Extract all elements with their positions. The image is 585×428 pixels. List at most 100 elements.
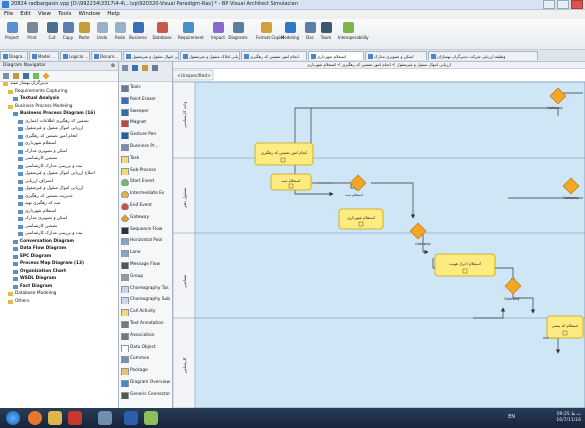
- palette-item[interactable]: Call Activity: [121, 308, 170, 317]
- up-icon[interactable]: [23, 73, 29, 79]
- palette-item[interactable]: Diagram Overview: [121, 379, 170, 387]
- browser-icon[interactable]: [28, 411, 42, 425]
- palette-text-icon[interactable]: [142, 65, 148, 71]
- tree-node[interactable]: ارزیابی اموال منقول و غیرمنقول: [18, 126, 115, 132]
- tree-node[interactable]: اصلاح ارزیابی اموال منقول و غیرمنقول: [18, 171, 115, 177]
- diagrams-button[interactable]: Diagrams: [228, 21, 248, 47]
- palette-item[interactable]: Choreography Tas: [121, 285, 170, 293]
- impact-button[interactable]: Impact: [208, 21, 228, 47]
- diagram-tab[interactable]: Logical ...: [60, 51, 90, 60]
- palette-item[interactable]: Horizontal Pool: [121, 237, 170, 246]
- task[interactable]: استعلام شهرداری: [338, 208, 384, 230]
- tree-node[interactable]: تضمین کارشناسی: [18, 224, 115, 230]
- app-icon[interactable]: [144, 411, 158, 425]
- palette-item[interactable]: Choreography Sub: [121, 296, 170, 305]
- palette-item[interactable]: Sequence Flow: [121, 226, 170, 234]
- tree-node[interactable]: Organization Chart: [13, 269, 115, 275]
- palette-item[interactable]: Generic Connector: [121, 391, 170, 399]
- diagram-tab[interactable]: استعلام شهرداری: [308, 51, 364, 60]
- palette-item[interactable]: Group: [121, 273, 170, 281]
- task[interactable]: انجام امور تضمین کد رهگیری: [254, 142, 314, 166]
- tree-node[interactable]: ارزیابی اموال منقول و غیرمنقول: [18, 186, 115, 192]
- menu-edit[interactable]: Edit: [20, 10, 31, 19]
- folder-icon[interactable]: [48, 411, 62, 425]
- modeling-button[interactable]: Modeling: [280, 21, 300, 47]
- language-indicator[interactable]: EN: [508, 414, 515, 420]
- maximize-button[interactable]: [557, 0, 569, 9]
- project-button[interactable]: Project: [2, 21, 22, 47]
- tree-node[interactable]: تدبیرگران بهساز مفید: [3, 81, 115, 87]
- palette-arrow-icon[interactable]: [132, 65, 138, 71]
- palette-item[interactable]: Common: [121, 355, 170, 364]
- tree-node[interactable]: Others: [8, 299, 115, 305]
- start-button[interactable]: [6, 411, 20, 425]
- word-icon[interactable]: [124, 411, 138, 425]
- palette-item[interactable]: End Event: [121, 202, 170, 210]
- print-button[interactable]: Print: [22, 21, 42, 47]
- diagram-tab[interactable]: وظیفه ارزیابی شرکت تدبیرگران بهسازان: [428, 51, 538, 60]
- media-icon[interactable]: [68, 411, 82, 425]
- diagram-canvas[interactable]: ارزیابی اموال منقول و غیرمنقول > انجام ا…: [173, 62, 585, 408]
- add-icon[interactable]: [33, 73, 39, 79]
- menu-view[interactable]: View: [38, 10, 51, 19]
- palette-item[interactable]: Gesture Pen: [121, 131, 170, 140]
- business-button[interactable]: Business: [128, 21, 148, 47]
- tree-node[interactable]: انجام امور تضمین کد رهگیری: [18, 134, 115, 140]
- tree-node[interactable]: تضمین کارشناسی: [18, 156, 115, 162]
- palette-item[interactable]: Text Annotation: [121, 320, 170, 328]
- tree-node[interactable]: Business Process Diagram (16): [13, 111, 115, 117]
- tree-node[interactable]: EPC Diagram: [13, 254, 115, 260]
- tree-node[interactable]: Fact Diagram: [13, 284, 115, 290]
- tree-node[interactable]: Data Flow Diagram: [13, 246, 115, 252]
- minimize-button[interactable]: [543, 0, 555, 9]
- menu-window[interactable]: Window: [79, 10, 101, 19]
- menu-file[interactable]: File: [4, 10, 13, 19]
- tree-node[interactable]: تضمین کد رهگیری اطلاعات اعتباری: [18, 119, 115, 125]
- visual-paradigm-icon[interactable]: [98, 411, 112, 425]
- palette-item[interactable]: Package: [121, 367, 170, 376]
- tree-node[interactable]: اسکن و تصویری مدارک: [18, 216, 115, 222]
- format-copier-button[interactable]: Format Copier: [256, 21, 284, 47]
- palette-item[interactable]: Point Eraser: [121, 96, 170, 104]
- team-button[interactable]: Team: [316, 21, 336, 47]
- task[interactable]: استعلام احراز هویت: [434, 253, 496, 277]
- tree-node[interactable]: ثبت کد رهگیری تهیه: [18, 201, 115, 207]
- palette-item[interactable]: Sweeper: [121, 108, 170, 116]
- tree-node[interactable]: انصراف ارزیابی: [18, 179, 115, 185]
- diagram-tab[interactable]: Model ...: [29, 51, 59, 60]
- tree-node[interactable]: Database Modeling: [8, 291, 115, 297]
- diamond-icon[interactable]: [42, 72, 50, 80]
- tree-node[interactable]: Requirements Capturing: [8, 89, 115, 95]
- tree-node[interactable]: ثبت و بررسی مدارک کارشناسی: [18, 231, 115, 237]
- tree-node[interactable]: اسکن و تصویری مدارک: [18, 149, 115, 155]
- requirement-button[interactable]: Requirement: [178, 21, 204, 47]
- close-button[interactable]: [571, 0, 583, 9]
- diagram-tab[interactable]: ارزیابی املاک منقول و غیرمنقول: [180, 51, 240, 60]
- interoperability-button[interactable]: Interoperability: [338, 21, 369, 47]
- view-icon[interactable]: [3, 73, 9, 79]
- palette-item[interactable]: Intermediate Ev: [121, 190, 170, 199]
- tree-node[interactable]: ثبت و بررسی مدارک کارشناسی: [18, 164, 115, 170]
- palette-item[interactable]: Sub-Process: [121, 167, 170, 175]
- palette-item[interactable]: Association: [121, 332, 170, 340]
- undo-button[interactable]: Undo: [92, 21, 112, 47]
- palette-grid-icon[interactable]: [122, 65, 128, 71]
- diagram-tab[interactable]: ارزیابی اموال منقول و غیرمنقول: [123, 51, 179, 60]
- filter-icon[interactable]: [13, 73, 19, 79]
- menu-help[interactable]: Help: [107, 10, 120, 19]
- tree-node[interactable]: Process Map Diagram (13): [13, 261, 115, 267]
- palette-item[interactable]: Business Pr...: [121, 143, 170, 151]
- panel-close-icon[interactable]: ⊗: [111, 62, 115, 70]
- palette-item[interactable]: Data Object: [121, 344, 170, 352]
- palette-item[interactable]: Gateway: [121, 214, 170, 222]
- palette-item[interactable]: Message Flow: [121, 261, 170, 269]
- tree-node[interactable]: مدیریت تضمین کد رهگیری: [18, 194, 115, 200]
- diagram-tab[interactable]: Docum...: [91, 51, 122, 60]
- paste-button[interactable]: Paste: [74, 21, 94, 47]
- tree-node[interactable]: استعلام شهرداری: [18, 209, 115, 215]
- palette-item[interactable]: Magnet: [121, 119, 170, 128]
- system-clock[interactable]: 09:25 ب.ظ 16/7/11/16: [556, 412, 581, 424]
- palette-item[interactable]: Start Event: [121, 178, 170, 187]
- task[interactable]: استعلام ثبت: [270, 173, 312, 191]
- tree-node[interactable]: Business Process Modeling: [8, 104, 115, 110]
